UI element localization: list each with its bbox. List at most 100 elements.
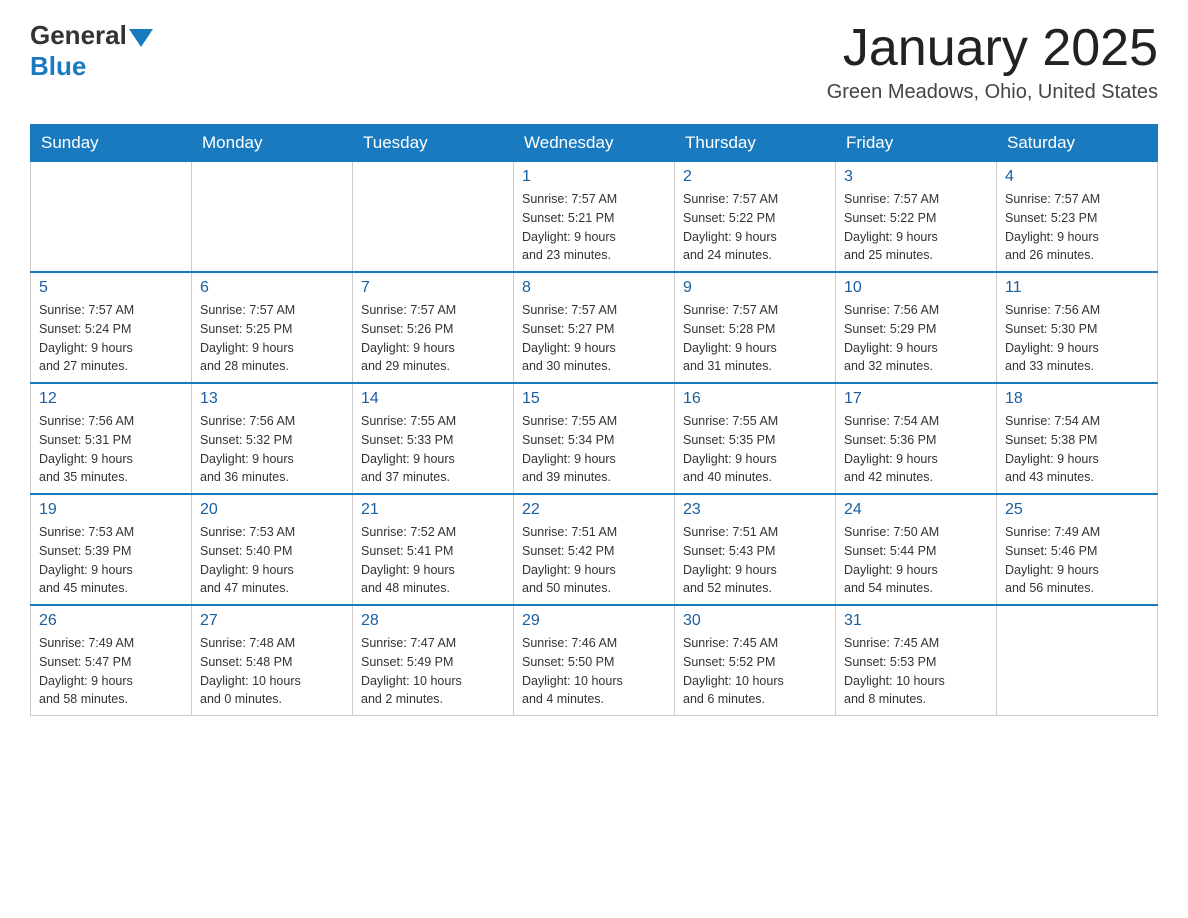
day-info: Sunrise: 7:45 AM Sunset: 5:52 PM Dayligh… [683,634,827,709]
title-block: January 2025 Green Meadows, Ohio, United… [827,20,1158,104]
day-number: 30 [683,612,827,630]
calendar-cell [31,162,192,273]
day-number: 10 [844,279,988,297]
day-info: Sunrise: 7:56 AM Sunset: 5:30 PM Dayligh… [1005,301,1149,376]
header-row: SundayMondayTuesdayWednesdayThursdayFrid… [31,125,1158,162]
day-info: Sunrise: 7:57 AM Sunset: 5:27 PM Dayligh… [522,301,666,376]
calendar-cell: 6Sunrise: 7:57 AM Sunset: 5:25 PM Daylig… [192,272,353,383]
logo-triangle-icon [129,29,153,47]
day-number: 25 [1005,501,1149,519]
calendar-cell: 20 Sunrise: 7:53 AM Sunset: 5:40 PM Dayli… [192,494,353,605]
day-number: 24 [844,501,988,519]
column-header-wednesday: Wednesday [514,125,675,162]
calendar-cell: 13Sunrise: 7:56 AM Sunset: 5:32 PM Dayli… [192,383,353,494]
day-info: Sunrise: 7:56 AM Sunset: 5:31 PM Dayligh… [39,412,183,487]
column-header-monday: Monday [192,125,353,162]
column-header-friday: Friday [836,125,997,162]
calendar-cell: 27 Sunrise: 7:48 AM Sunset: 5:48 PM Dayli… [192,605,353,716]
day-info: Sunrise: 7:52 AM Sunset: 5:41 PM Dayligh… [361,523,505,598]
day-info: Sunrise: 7:57 AM Sunset: 5:24 PM Dayligh… [39,301,183,376]
day-number: 19 [39,501,183,519]
day-number: 8 [522,279,666,297]
week-row-1: 1Sunrise: 7:57 AM Sunset: 5:21 PM Daylig… [31,162,1158,273]
day-number: 31 [844,612,988,630]
day-number: 28 [361,612,505,630]
day-number: 27 [200,612,344,630]
day-number: 5 [39,279,183,297]
week-row-2: 5 Sunrise: 7:57 AM Sunset: 5:24 PM Daylig… [31,272,1158,383]
calendar-cell: 19 Sunrise: 7:53 AM Sunset: 5:39 PM Dayli… [31,494,192,605]
logo-blue-text: Blue [30,51,86,82]
calendar-cell [192,162,353,273]
column-header-thursday: Thursday [675,125,836,162]
day-number: 22 [522,501,666,519]
day-number: 18 [1005,390,1149,408]
day-info: Sunrise: 7:50 AM Sunset: 5:44 PM Dayligh… [844,523,988,598]
logo: General Blue [30,20,155,82]
day-number: 12 [39,390,183,408]
day-number: 23 [683,501,827,519]
day-info: Sunrise: 7:45 AM Sunset: 5:53 PM Dayligh… [844,634,988,709]
day-number: 11 [1005,279,1149,297]
week-row-5: 26Sunrise: 7:49 AM Sunset: 5:47 PM Dayli… [31,605,1158,716]
day-number: 6 [200,279,344,297]
day-info: Sunrise: 7:51 AM Sunset: 5:43 PM Dayligh… [683,523,827,598]
day-number: 13 [200,390,344,408]
day-info: Sunrise: 7:57 AM Sunset: 5:22 PM Dayligh… [844,190,988,265]
column-header-tuesday: Tuesday [353,125,514,162]
calendar-cell: 23 Sunrise: 7:51 AM Sunset: 5:43 PM Dayli… [675,494,836,605]
day-info: Sunrise: 7:57 AM Sunset: 5:22 PM Dayligh… [683,190,827,265]
calendar-cell: 22Sunrise: 7:51 AM Sunset: 5:42 PM Dayli… [514,494,675,605]
calendar-cell: 26Sunrise: 7:49 AM Sunset: 5:47 PM Dayli… [31,605,192,716]
calendar-cell: 31 Sunrise: 7:45 AM Sunset: 5:53 PM Dayli… [836,605,997,716]
calendar-cell: 16Sunrise: 7:55 AM Sunset: 5:35 PM Dayli… [675,383,836,494]
calendar-cell: 24 Sunrise: 7:50 AM Sunset: 5:44 PM Dayli… [836,494,997,605]
day-number: 16 [683,390,827,408]
day-info: Sunrise: 7:57 AM Sunset: 5:28 PM Dayligh… [683,301,827,376]
day-info: Sunrise: 7:53 AM Sunset: 5:40 PM Dayligh… [200,523,344,598]
day-info: Sunrise: 7:55 AM Sunset: 5:33 PM Dayligh… [361,412,505,487]
calendar-cell: 15Sunrise: 7:55 AM Sunset: 5:34 PM Dayli… [514,383,675,494]
week-row-3: 12 Sunrise: 7:56 AM Sunset: 5:31 PM Dayli… [31,383,1158,494]
day-number: 20 [200,501,344,519]
calendar-cell: 7Sunrise: 7:57 AM Sunset: 5:26 PM Daylig… [353,272,514,383]
day-number: 2 [683,168,827,186]
day-number: 17 [844,390,988,408]
calendar-cell: 3Sunrise: 7:57 AM Sunset: 5:22 PM Daylig… [836,162,997,273]
day-info: Sunrise: 7:56 AM Sunset: 5:29 PM Dayligh… [844,301,988,376]
column-header-saturday: Saturday [997,125,1158,162]
day-number: 21 [361,501,505,519]
calendar-cell: 12 Sunrise: 7:56 AM Sunset: 5:31 PM Dayli… [31,383,192,494]
calendar-cell: 21 Sunrise: 7:52 AM Sunset: 5:41 PM Dayli… [353,494,514,605]
day-info: Sunrise: 7:46 AM Sunset: 5:50 PM Dayligh… [522,634,666,709]
day-info: Sunrise: 7:57 AM Sunset: 5:21 PM Dayligh… [522,190,666,265]
day-number: 26 [39,612,183,630]
day-number: 14 [361,390,505,408]
day-info: Sunrise: 7:54 AM Sunset: 5:38 PM Dayligh… [1005,412,1149,487]
day-info: Sunrise: 7:47 AM Sunset: 5:49 PM Dayligh… [361,634,505,709]
calendar-table: SundayMondayTuesdayWednesdayThursdayFrid… [30,124,1158,716]
page-header: General Blue January 2025 Green Meadows,… [30,20,1158,104]
calendar-cell: 14 Sunrise: 7:55 AM Sunset: 5:33 PM Dayli… [353,383,514,494]
day-info: Sunrise: 7:53 AM Sunset: 5:39 PM Dayligh… [39,523,183,598]
logo-general-text: General [30,20,127,51]
week-row-4: 19 Sunrise: 7:53 AM Sunset: 5:39 PM Dayli… [31,494,1158,605]
calendar-cell: 2 Sunrise: 7:57 AM Sunset: 5:22 PM Daylig… [675,162,836,273]
calendar-cell: 9 Sunrise: 7:57 AM Sunset: 5:28 PM Daylig… [675,272,836,383]
calendar-cell: 11 Sunrise: 7:56 AM Sunset: 5:30 PM Dayli… [997,272,1158,383]
day-number: 15 [522,390,666,408]
calendar-cell: 8 Sunrise: 7:57 AM Sunset: 5:27 PM Daylig… [514,272,675,383]
day-info: Sunrise: 7:54 AM Sunset: 5:36 PM Dayligh… [844,412,988,487]
calendar-cell: 28 Sunrise: 7:47 AM Sunset: 5:49 PM Dayli… [353,605,514,716]
day-info: Sunrise: 7:48 AM Sunset: 5:48 PM Dayligh… [200,634,344,709]
calendar-cell: 18 Sunrise: 7:54 AM Sunset: 5:38 PM Dayli… [997,383,1158,494]
calendar-subtitle: Green Meadows, Ohio, United States [827,81,1158,104]
calendar-cell: 10 Sunrise: 7:56 AM Sunset: 5:29 PM Dayli… [836,272,997,383]
calendar-cell: 5 Sunrise: 7:57 AM Sunset: 5:24 PM Daylig… [31,272,192,383]
calendar-cell [353,162,514,273]
day-info: Sunrise: 7:57 AM Sunset: 5:23 PM Dayligh… [1005,190,1149,265]
day-number: 4 [1005,168,1149,186]
calendar-cell: 25Sunrise: 7:49 AM Sunset: 5:46 PM Dayli… [997,494,1158,605]
day-number: 9 [683,279,827,297]
calendar-title: January 2025 [827,20,1158,77]
